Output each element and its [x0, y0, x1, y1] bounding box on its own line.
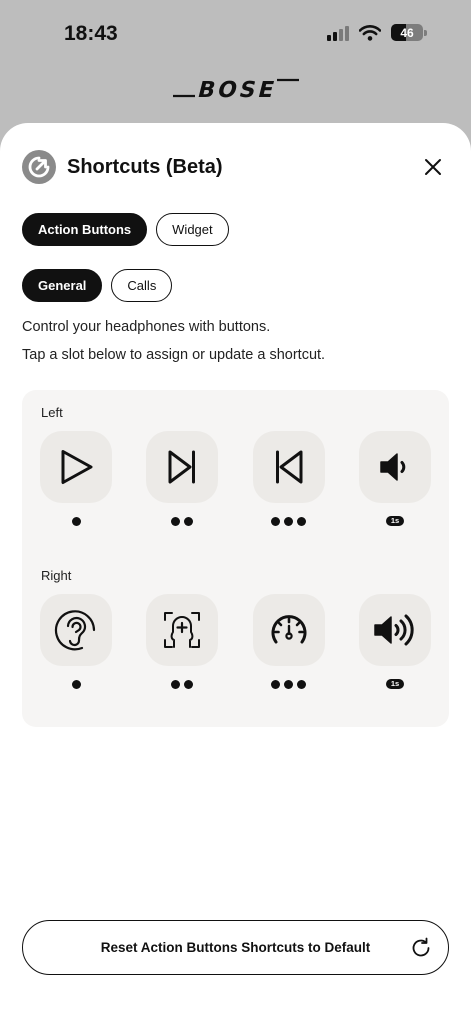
- hold-badge: 1s: [385, 516, 405, 526]
- slot-button[interactable]: [40, 594, 112, 666]
- slot-button[interactable]: [358, 431, 431, 503]
- subtab-bar: General Calls: [22, 269, 173, 302]
- left-slot-double-press[interactable]: [146, 431, 219, 526]
- right-slot-triple-press[interactable]: [252, 594, 325, 689]
- face-add-icon: [164, 612, 201, 648]
- hold-badge: 1s: [385, 679, 405, 689]
- gesture-indicator: [271, 679, 307, 689]
- volume-down-icon: [380, 453, 406, 481]
- close-icon: [425, 159, 441, 175]
- right-slot-single-press[interactable]: [40, 594, 112, 689]
- cellular-signal-icon: [327, 25, 349, 41]
- tab-action-buttons[interactable]: Action Buttons: [22, 213, 148, 246]
- status-bar: 18:43 46: [0, 0, 471, 70]
- shortcuts-sheet: Shortcuts (Beta) Action Buttons Widget G…: [0, 123, 471, 1023]
- shortcut-arrow-icon: [22, 150, 56, 184]
- left-slot-hold[interactable]: 1s: [358, 431, 431, 526]
- gesture-indicator: [171, 679, 194, 689]
- page-title: Shortcuts (Beta): [67, 155, 223, 178]
- gesture-indicator: [271, 516, 307, 526]
- gauge-icon: [271, 615, 307, 644]
- gesture-indicator: [71, 516, 81, 526]
- gesture-indicator: [71, 679, 81, 689]
- gesture-indicator: [171, 516, 194, 526]
- left-slot-single-press[interactable]: [40, 431, 112, 526]
- slot-button[interactable]: [40, 431, 112, 503]
- status-time: 18:43: [64, 22, 118, 45]
- tab-bar: Action Buttons Widget: [22, 213, 229, 246]
- slot-button[interactable]: [252, 594, 325, 666]
- slot-button[interactable]: [146, 594, 219, 666]
- right-slots: 1s: [40, 594, 431, 689]
- shortcut-slots-panel: Left 1s Right 1s: [22, 390, 449, 727]
- sheet-header: Shortcuts (Beta): [22, 147, 449, 187]
- ear-icon: [54, 610, 96, 651]
- tab-widget[interactable]: Widget: [156, 213, 229, 246]
- slot-button[interactable]: [146, 431, 219, 503]
- skip-forward-icon: [168, 450, 196, 484]
- right-slot-double-press[interactable]: [146, 594, 219, 689]
- reset-defaults-button[interactable]: Reset Action Buttons Shortcuts to Defaul…: [22, 920, 449, 975]
- gesture-indicator: 1s: [385, 516, 405, 526]
- battery-level: 46: [400, 25, 414, 40]
- subtab-general[interactable]: General: [22, 269, 103, 302]
- gesture-indicator: 1s: [385, 679, 405, 689]
- left-slots: 1s: [40, 431, 431, 526]
- status-icons: 46: [327, 24, 427, 41]
- wifi-icon: [359, 24, 381, 41]
- description-line-1: Control your headphones with buttons.: [22, 319, 271, 335]
- refresh-icon: [412, 937, 430, 957]
- right-section-label: Right: [41, 568, 72, 583]
- skip-back-icon: [275, 450, 303, 484]
- close-button[interactable]: [417, 151, 449, 183]
- reset-button-label: Reset Action Buttons Shortcuts to Defaul…: [100, 940, 371, 955]
- description-line-2: Tap a slot below to assign or update a s…: [22, 347, 326, 363]
- volume-up-icon: [374, 614, 414, 646]
- left-slot-triple-press[interactable]: [252, 431, 325, 526]
- subtab-calls[interactable]: Calls: [111, 269, 173, 302]
- slot-button[interactable]: [358, 594, 431, 666]
- play-icon: [61, 450, 93, 484]
- brand-logo-text: BOSE: [195, 77, 280, 100]
- slot-button[interactable]: [252, 431, 325, 503]
- left-section-label: Left: [41, 405, 63, 420]
- right-slot-hold[interactable]: 1s: [358, 594, 431, 689]
- brand-logo: BOSE: [0, 76, 471, 100]
- battery-icon: 46: [391, 24, 427, 41]
